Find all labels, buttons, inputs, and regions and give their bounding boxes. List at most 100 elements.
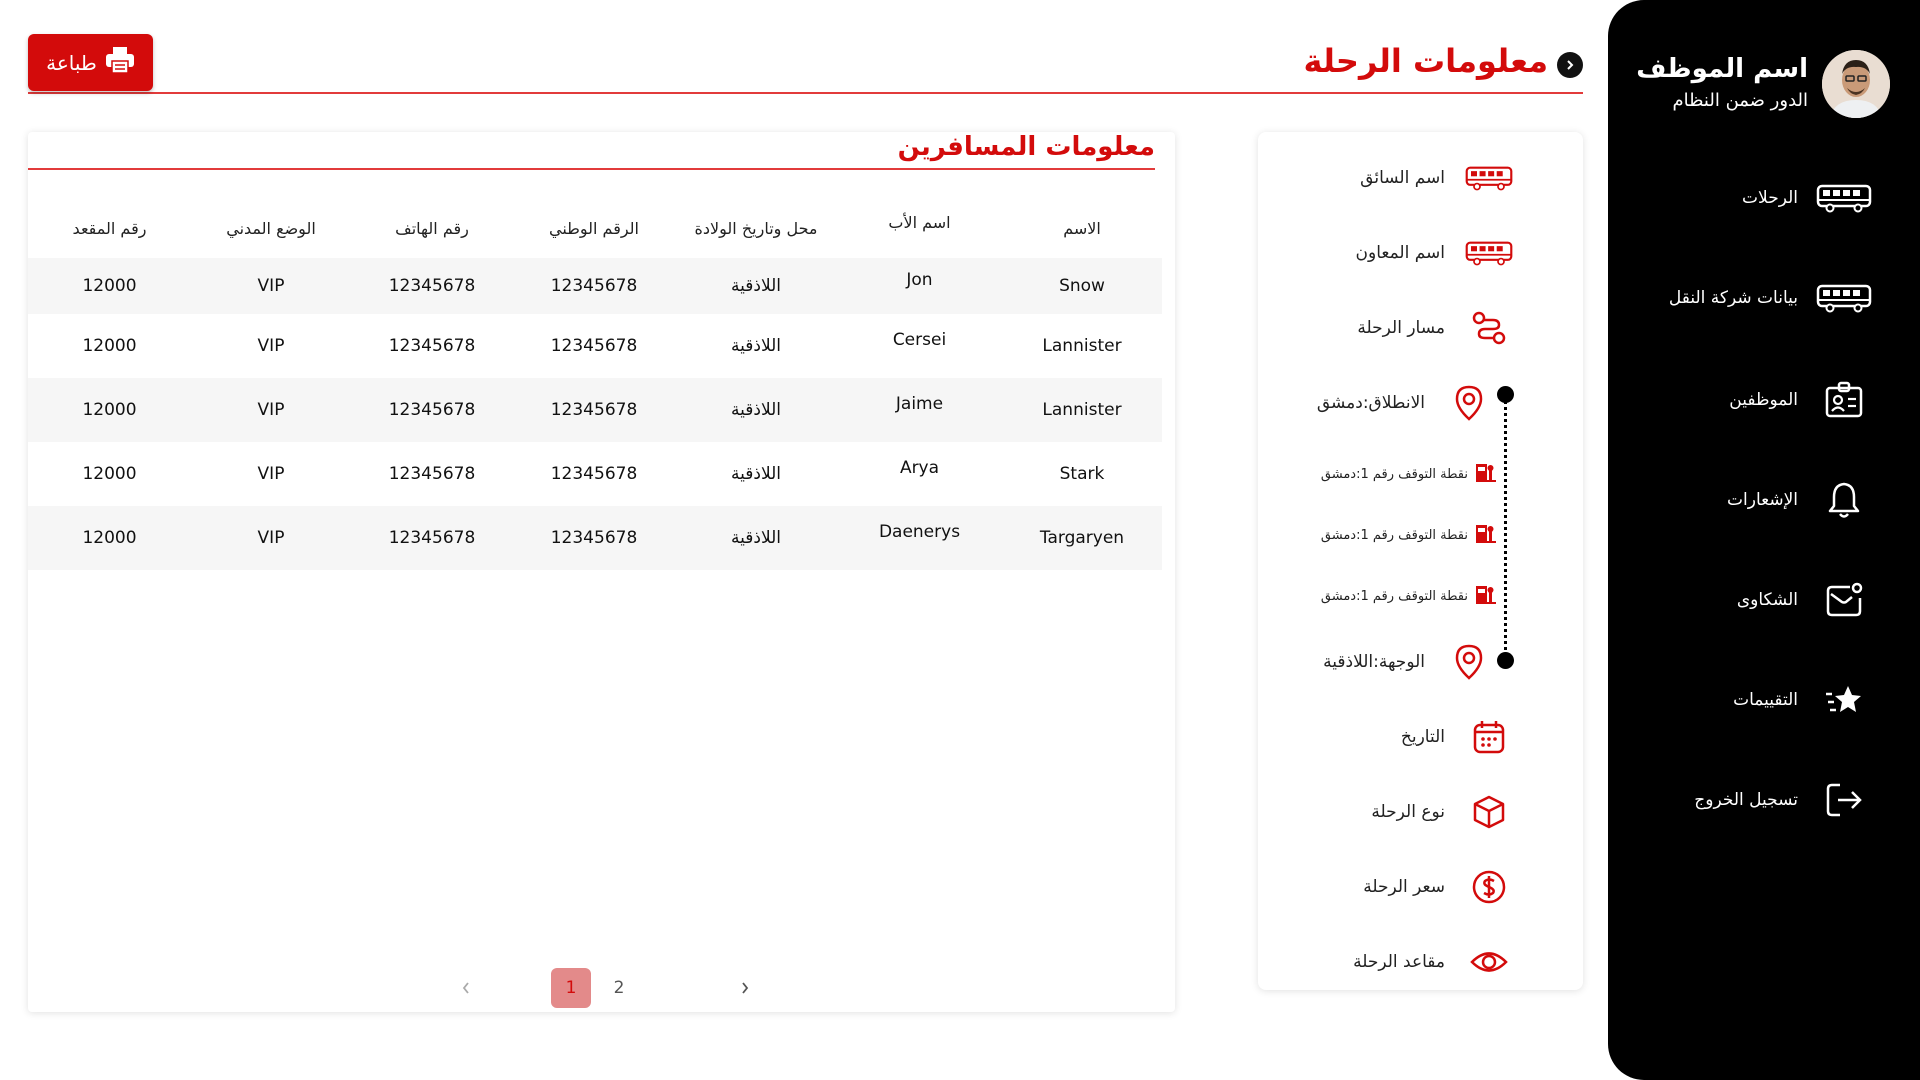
print-button-label: طباعة xyxy=(46,50,97,75)
col-father-name: اسم الأب xyxy=(837,198,1002,258)
cell-seat: 12000 xyxy=(82,464,137,484)
route-row: مسار الرحلة xyxy=(1357,308,1513,348)
cell-civil-status: VIP xyxy=(257,336,285,356)
cell-father: Jaime xyxy=(837,378,1002,442)
date-label: التاريخ xyxy=(1400,727,1445,747)
passengers-title: معلومات المسافرين xyxy=(28,132,1155,170)
mail-icon xyxy=(1816,578,1872,622)
page-button-1[interactable]: 1 xyxy=(551,968,591,1008)
stop-row: نقطة التوقف رقم 1:دمشق xyxy=(1321,460,1498,488)
location-pin-icon xyxy=(1445,383,1493,423)
cell-father-text: Jaime xyxy=(895,394,944,414)
sidebar-item-company[interactable]: بيانات شركة النقل xyxy=(1632,268,1872,328)
cell-seat: 12000 xyxy=(28,378,191,442)
cell-birth: اللاذقية xyxy=(675,258,837,314)
table-row[interactable]: Stark Arya اللاذقية 12345678 12345678 VI… xyxy=(28,442,1162,506)
departure-row: الانطلاق:دمشق xyxy=(1317,383,1493,423)
logout-icon xyxy=(1816,778,1872,822)
cell-name: Lannister xyxy=(1002,378,1162,442)
col-father-name-label: اسم الأب xyxy=(888,212,951,232)
cell-national-id: 12345678 xyxy=(550,464,638,484)
bus-icon xyxy=(1816,176,1872,220)
print-button[interactable]: طباعة xyxy=(28,34,153,91)
trip-seats-row[interactable]: مقاعد الرحلة xyxy=(1353,942,1513,982)
trip-info-card: اسم السائق اسم المعاون مسار الرحلة الانط… xyxy=(1258,132,1583,990)
bus-stop-icon xyxy=(1474,460,1498,488)
cell-name: Stark xyxy=(1059,464,1105,484)
trip-type-label: نوع الرحلة xyxy=(1371,802,1445,822)
table-row[interactable]: Lannister Jaime اللاذقية 12345678 123456… xyxy=(28,378,1162,442)
route-end-dot xyxy=(1497,652,1514,669)
trip-price-row: سعر الرحلة xyxy=(1363,867,1513,907)
next-page-button[interactable] xyxy=(725,968,765,1008)
cell-father: Arya xyxy=(837,442,1002,506)
bus-stop-icon xyxy=(1474,582,1498,610)
sidebar-item-ratings[interactable]: التقييمات xyxy=(1632,670,1872,730)
eye-icon[interactable] xyxy=(1465,942,1513,982)
driver-row: اسم السائق xyxy=(1360,158,1513,198)
chevron-right-icon[interactable] xyxy=(1557,52,1583,78)
sidebar-item-employees[interactable]: الموظفين xyxy=(1632,370,1872,430)
sidebar: اسم الموظف الدور ضمن النظام الرحلات بيان… xyxy=(1608,0,1920,1080)
table-header-row: الاسم اسم الأب محل وتاريخ الولادة الرقم … xyxy=(28,198,1162,258)
route-label: مسار الرحلة xyxy=(1357,318,1445,338)
passengers-card: معلومات المسافرين الاسم اسم الأب محل وتا… xyxy=(28,132,1175,1012)
route-line xyxy=(1504,400,1507,664)
sidebar-item-label: الموظفين xyxy=(1729,390,1798,410)
col-national-id: الرقم الوطني xyxy=(548,218,639,238)
sidebar-item-complaints[interactable]: الشكاوى xyxy=(1632,570,1872,630)
sidebar-item-label: الإشعارات xyxy=(1727,490,1798,510)
sidebar-item-trips[interactable]: الرحلات xyxy=(1632,168,1872,228)
cell-phone: 12345678 xyxy=(388,336,476,356)
cell-seat: 12000 xyxy=(28,258,191,314)
stop-label: نقطة التوقف رقم 1:دمشق xyxy=(1320,588,1468,604)
cell-phone: 12345678 xyxy=(351,378,513,442)
pagination: 1 2 xyxy=(28,968,1175,1008)
sidebar-item-label: الرحلات xyxy=(1742,188,1798,208)
cell-civil-status: VIP xyxy=(191,258,351,314)
sidebar-item-logout[interactable]: تسجيل الخروج xyxy=(1632,770,1872,830)
star-icon xyxy=(1816,678,1872,722)
bell-icon xyxy=(1816,478,1872,522)
bus-icon xyxy=(1465,233,1513,273)
cell-birth: اللاذقية xyxy=(675,506,837,570)
prev-page-button[interactable] xyxy=(446,968,486,1008)
assistant-label: اسم المعاون xyxy=(1355,243,1446,263)
box-icon xyxy=(1465,792,1513,832)
trip-seats-label: مقاعد الرحلة xyxy=(1353,952,1445,972)
printer-icon xyxy=(105,46,135,79)
dollar-icon xyxy=(1465,867,1513,907)
bus-icon xyxy=(1465,158,1513,198)
departure-label: الانطلاق:دمشق xyxy=(1316,393,1425,413)
cell-seat: 12000 xyxy=(82,336,137,356)
destination-label: الوجهة:اللاذقية xyxy=(1323,652,1425,672)
cell-national-id: 12345678 xyxy=(550,336,638,356)
cell-civil-status: VIP xyxy=(191,506,351,570)
page-button-2[interactable]: 2 xyxy=(599,968,639,1008)
sidebar-item-label: تسجيل الخروج xyxy=(1694,790,1798,810)
route-start-dot xyxy=(1497,386,1514,403)
cell-civil-status: VIP xyxy=(257,464,285,484)
cell-birth: اللاذقية xyxy=(731,336,781,356)
table-row[interactable]: Snow Jon اللاذقية 12345678 12345678 VIP … xyxy=(28,258,1162,314)
bus-icon xyxy=(1816,276,1872,320)
trip-price-label: سعر الرحلة xyxy=(1363,877,1445,897)
table-row[interactable]: Lannister Cersei اللاذقية 12345678 12345… xyxy=(28,314,1162,378)
sidebar-item-notifications[interactable]: الإشعارات xyxy=(1632,470,1872,530)
avatar[interactable] xyxy=(1822,50,1890,118)
driver-label: اسم السائق xyxy=(1360,168,1445,188)
cell-father-text: Daenerys xyxy=(878,522,961,542)
cell-civil-status: VIP xyxy=(191,378,351,442)
table-row[interactable]: Targaryen Daenerys اللاذقية 12345678 123… xyxy=(28,506,1162,570)
trip-type-row: نوع الرحلة xyxy=(1371,792,1513,832)
cell-father: Daenerys xyxy=(837,506,1002,570)
cell-seat: 12000 xyxy=(28,506,191,570)
cell-father: Jon xyxy=(837,258,1002,314)
page-header: معلومات الرحلة xyxy=(28,30,1583,94)
sidebar-item-label: التقييمات xyxy=(1733,690,1798,710)
assistant-row: اسم المعاون xyxy=(1356,233,1514,273)
cell-father-text: Jon xyxy=(906,270,933,290)
profile-name: اسم الموظف xyxy=(1636,54,1808,84)
calendar-icon xyxy=(1465,717,1513,757)
cell-phone: 12345678 xyxy=(388,464,476,484)
